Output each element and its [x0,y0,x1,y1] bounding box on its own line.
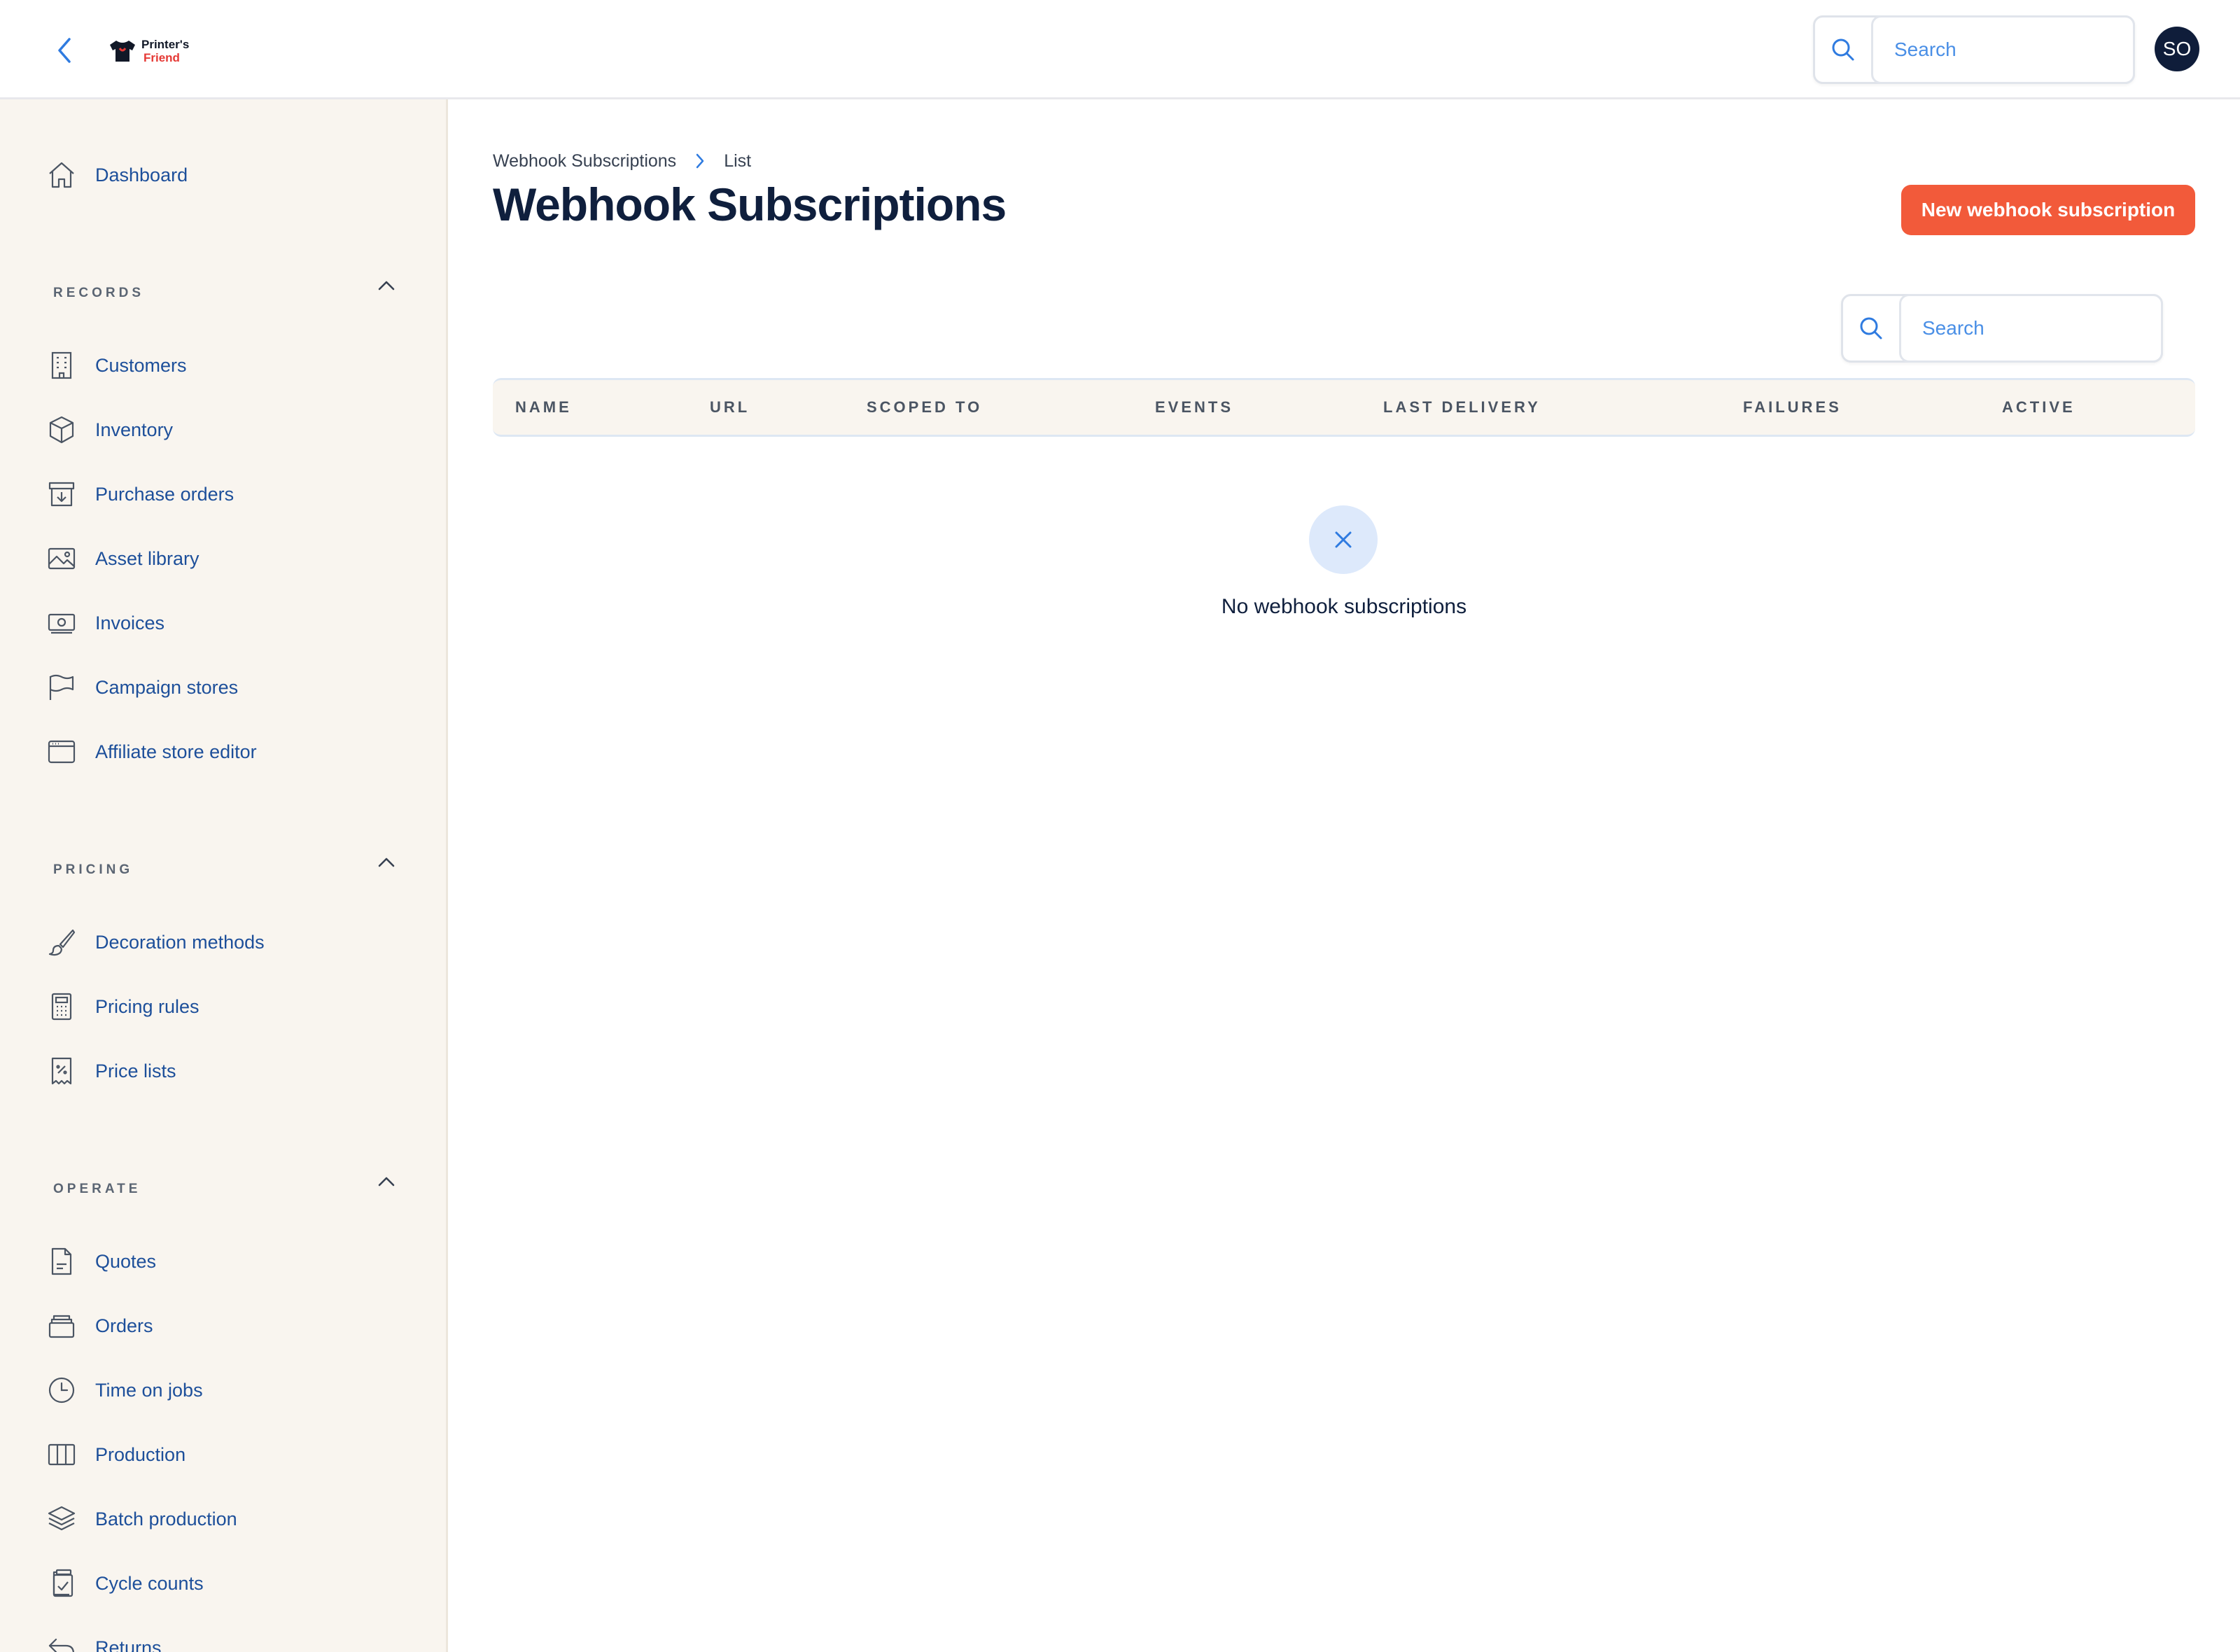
flag-icon [45,671,78,704]
app-logo[interactable]: Printer's Friend [108,34,189,69]
building-icon [45,349,78,382]
table-search-button[interactable] [1843,296,1899,360]
sidebar-item-label: Cycle counts [95,1572,204,1594]
sidebar-item-time-on-jobs[interactable]: Time on jobs [45,1369,203,1411]
column-header-last-delivery[interactable]: LAST DELIVERY [1383,380,1541,435]
column-header-failures[interactable]: FAILURES [1743,380,1842,435]
layers-icon [45,1502,78,1536]
tshirt-logo-icon [110,41,135,62]
stack-icon [45,1309,78,1343]
sidebar-item-dashboard[interactable]: Dashboard [45,154,188,196]
sidebar-item-asset-library[interactable]: Asset library [45,538,200,580]
search-icon [1860,317,1882,340]
sidebar-item-label: Customers [95,354,187,376]
paintbrush-icon [45,925,78,959]
global-search-input[interactable] [1893,38,2133,62]
global-search [1813,15,2135,84]
clock-icon [45,1373,78,1407]
sidebar-item-customers[interactable]: Customers [45,344,187,386]
sidebar-item-pricing-rules[interactable]: Pricing rules [45,986,200,1028]
sidebar-item-label: Decoration methods [95,931,265,953]
sidebar-item-inventory[interactable]: Inventory [45,409,173,451]
image-icon [45,542,78,575]
document-icon [45,1245,78,1278]
sidebar-item-label: Price lists [95,1060,176,1082]
column-header-active[interactable]: ACTIVE [2002,380,2076,435]
sidebar-item-label: Production [95,1443,186,1465]
sidebar-item-quotes[interactable]: Quotes [45,1240,156,1282]
sidebar-item-orders[interactable]: Orders [45,1305,153,1347]
cube-icon [45,413,78,447]
column-header-url[interactable]: URL [710,380,750,435]
sidebar-item-label: Asset library [95,547,200,569]
page-title: Webhook Subscriptions [493,178,1007,230]
sidebar-item-label: Batch production [95,1508,237,1530]
user-avatar[interactable]: SO [2155,27,2199,71]
global-search-button[interactable] [1815,18,1871,82]
chevron-up-icon [378,281,395,290]
table-search-input[interactable] [1921,316,2161,340]
sidebar-item-label: Campaign stores [95,676,239,698]
column-header-name[interactable]: NAME [515,380,572,435]
chevron-up-icon [378,858,395,867]
section-header-records: RECORDS [53,286,145,300]
table-search [1841,294,2163,363]
column-header-scoped-to[interactable]: SCOPED TO [867,380,982,435]
browser-window-icon [45,735,78,769]
clipboard-check-icon [45,1567,78,1600]
sidebar-item-label: Returns [95,1637,162,1652]
sidebar-item-returns[interactable]: Returns [45,1627,162,1652]
receipt-percent-icon [45,1054,78,1088]
sidebar-item-batch-production[interactable]: Batch production [45,1498,237,1540]
section-header-pricing: PRICING [53,862,134,877]
breadcrumb-current: List [724,150,752,171]
sidebar-item-label: Invoices [95,612,165,634]
sidebar-item-invoices[interactable]: Invoices [45,602,164,644]
chevron-right-icon [694,153,706,169]
return-arrow-icon [45,1631,78,1652]
breadcrumb: Webhook Subscriptions List [493,148,751,174]
chevron-left-icon [58,38,71,63]
x-mark-icon [1335,531,1352,548]
sidebar-item-affiliate-store-editor[interactable]: Affiliate store editor [45,731,257,773]
sidebar-item-label: Dashboard [95,164,188,186]
breadcrumb-link-webhook-subscriptions[interactable]: Webhook Subscriptions [493,151,676,172]
empty-state-icon [1309,505,1378,574]
logo-text-line2: Friend [144,51,180,64]
sidebar-item-price-lists[interactable]: Price lists [45,1050,176,1092]
archive-in-icon [45,477,78,511]
column-header-events[interactable]: EVENTS [1155,380,1233,435]
sidebar-item-decoration-methods[interactable]: Decoration methods [45,921,265,963]
back-button[interactable] [49,35,80,66]
money-icon [45,606,78,640]
home-icon [45,158,78,192]
sidebar-item-purchase-orders[interactable]: Purchase orders [45,473,234,515]
sidebar-item-label: Pricing rules [95,995,200,1017]
table-search-field [1899,294,2163,363]
chevron-up-icon [378,1177,395,1186]
sidebar-item-production[interactable]: Production [45,1434,186,1476]
logo-text-line1: Printer's [141,38,190,51]
sidebar: Dashboard RECORDS Customers Inventory Pu… [0,99,448,1652]
section-toggle-operate[interactable] [371,1166,402,1197]
sidebar-item-label: Purchase orders [95,483,234,505]
top-bar: Printer's Friend SO [0,0,2240,99]
sidebar-item-campaign-stores[interactable]: Campaign stores [45,666,238,708]
search-icon [1832,38,1854,61]
calculator-icon [45,990,78,1023]
new-webhook-subscription-button[interactable]: New webhook subscription [1901,185,2195,235]
columns-icon [45,1438,78,1471]
sidebar-item-cycle-counts[interactable]: Cycle counts [45,1562,204,1604]
sidebar-item-label: Inventory [95,419,174,440]
table-header: NAME URL SCOPED TO EVENTS LAST DELIVERY … [493,378,2195,437]
sidebar-item-label: Orders [95,1315,153,1336]
section-header-operate: OPERATE [53,1182,141,1196]
section-toggle-pricing[interactable] [371,847,402,878]
global-search-field [1871,15,2135,84]
sidebar-item-label: Time on jobs [95,1379,203,1401]
empty-state-message: No webhook subscriptions [1221,595,1467,618]
sidebar-item-label: Quotes [95,1250,157,1272]
section-toggle-records[interactable] [371,270,402,301]
sidebar-item-label: Affiliate store editor [95,741,257,762]
